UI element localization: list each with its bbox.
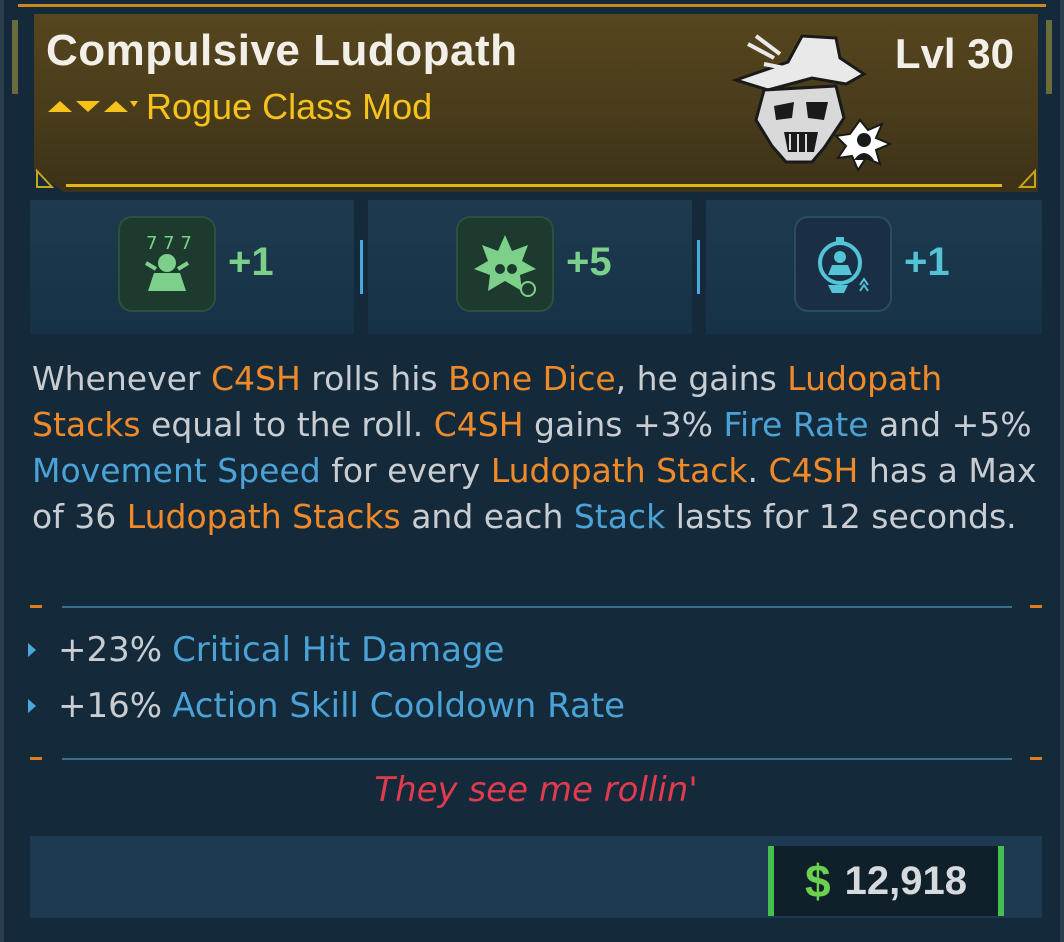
svg-text:7 7 7: 7 7 7 xyxy=(146,233,192,254)
bullet-triangle-icon xyxy=(28,643,36,657)
separator-dash xyxy=(1030,605,1042,608)
description-text: equal to the roll. xyxy=(140,405,434,444)
separator-dash xyxy=(30,605,42,608)
right-side-tab xyxy=(1046,20,1052,94)
skill-target-figure-icon xyxy=(794,216,892,312)
description-text: lasts for 12 seconds. xyxy=(665,497,1017,536)
description-keyword: Fire Rate xyxy=(723,405,869,444)
description-text: for every xyxy=(320,451,491,490)
description-keyword: C4SH xyxy=(768,451,859,490)
item-level: Lvl 30 xyxy=(894,30,1014,77)
skill-divider xyxy=(697,240,700,294)
stat-value: +16% xyxy=(58,686,163,726)
description-keyword: Movement Speed xyxy=(32,451,321,490)
description-text: . xyxy=(747,451,769,490)
skill-bonus-value: +1 xyxy=(228,240,274,284)
skill-bonus-panel: +1 xyxy=(706,200,1042,334)
bullet-triangle-icon xyxy=(28,699,36,713)
separator-line xyxy=(62,758,1012,760)
price-box: $ 12,918 xyxy=(768,846,1004,916)
skill-bonus-panel: 7 7 7 +1 xyxy=(30,200,354,334)
left-side-tab xyxy=(12,20,18,94)
item-name: Compulsive Ludopath xyxy=(46,26,518,75)
skill-divider xyxy=(360,240,363,294)
item-card: Compulsive Ludopath Rogue Class Mod Lvl … xyxy=(0,0,1064,942)
description-keyword: Ludopath Stacks xyxy=(126,497,401,536)
stat-name: Action Skill Cooldown Rate xyxy=(172,686,626,726)
skill-bonus-value: +1 xyxy=(904,240,950,284)
stat-row: +23% Critical Hit Damage xyxy=(28,630,504,670)
skill-leaf-timer-icon xyxy=(456,216,554,312)
item-description: Whenever C4SH rolls his Bone Dice, he ga… xyxy=(32,356,1042,540)
skill-bonus-row: 7 7 7 +1 +5 +1 xyxy=(30,200,1042,334)
description-text: rolls his xyxy=(300,359,449,398)
separator-dash xyxy=(30,757,42,760)
item-type-row: Rogue Class Mod xyxy=(46,86,432,128)
separator-dash xyxy=(1030,757,1042,760)
stat-name: Critical Hit Damage xyxy=(172,630,505,670)
description-keyword: Stack xyxy=(573,497,666,536)
description-text: and each xyxy=(400,497,574,536)
class-emblem-icon xyxy=(731,34,893,173)
item-type: Rogue Class Mod xyxy=(146,86,433,127)
skill-bonus-panel: +5 xyxy=(368,200,692,334)
description-text: , he gains xyxy=(615,359,788,398)
description-text: Whenever xyxy=(32,359,211,398)
description-keyword: C4SH xyxy=(433,405,524,444)
skill-dice-icon: 7 7 7 xyxy=(118,216,216,312)
header-corner-right-icon xyxy=(1017,168,1036,188)
skill-bonus-value: +5 xyxy=(566,240,612,284)
description-keyword: Bone Dice xyxy=(448,359,616,398)
stat-row: +16% Action Skill Cooldown Rate xyxy=(28,686,625,726)
currency-icon: $ xyxy=(805,855,831,907)
flavor-text: They see me rollin' xyxy=(374,770,698,810)
rarity-chevrons-icon xyxy=(48,101,138,112)
description-keyword: Ludopath Stack xyxy=(490,451,748,490)
header-corner-left-icon xyxy=(36,168,55,188)
separator-line xyxy=(62,606,1012,608)
description-keyword: C4SH xyxy=(210,359,301,398)
description-text: gains +3% xyxy=(523,405,724,444)
stat-value: +23% xyxy=(58,630,163,670)
header-gold-line xyxy=(66,184,1002,187)
top-accent-line xyxy=(18,4,1046,7)
item-price: 12,918 xyxy=(844,858,967,903)
description-text: and +5% xyxy=(868,405,1032,444)
